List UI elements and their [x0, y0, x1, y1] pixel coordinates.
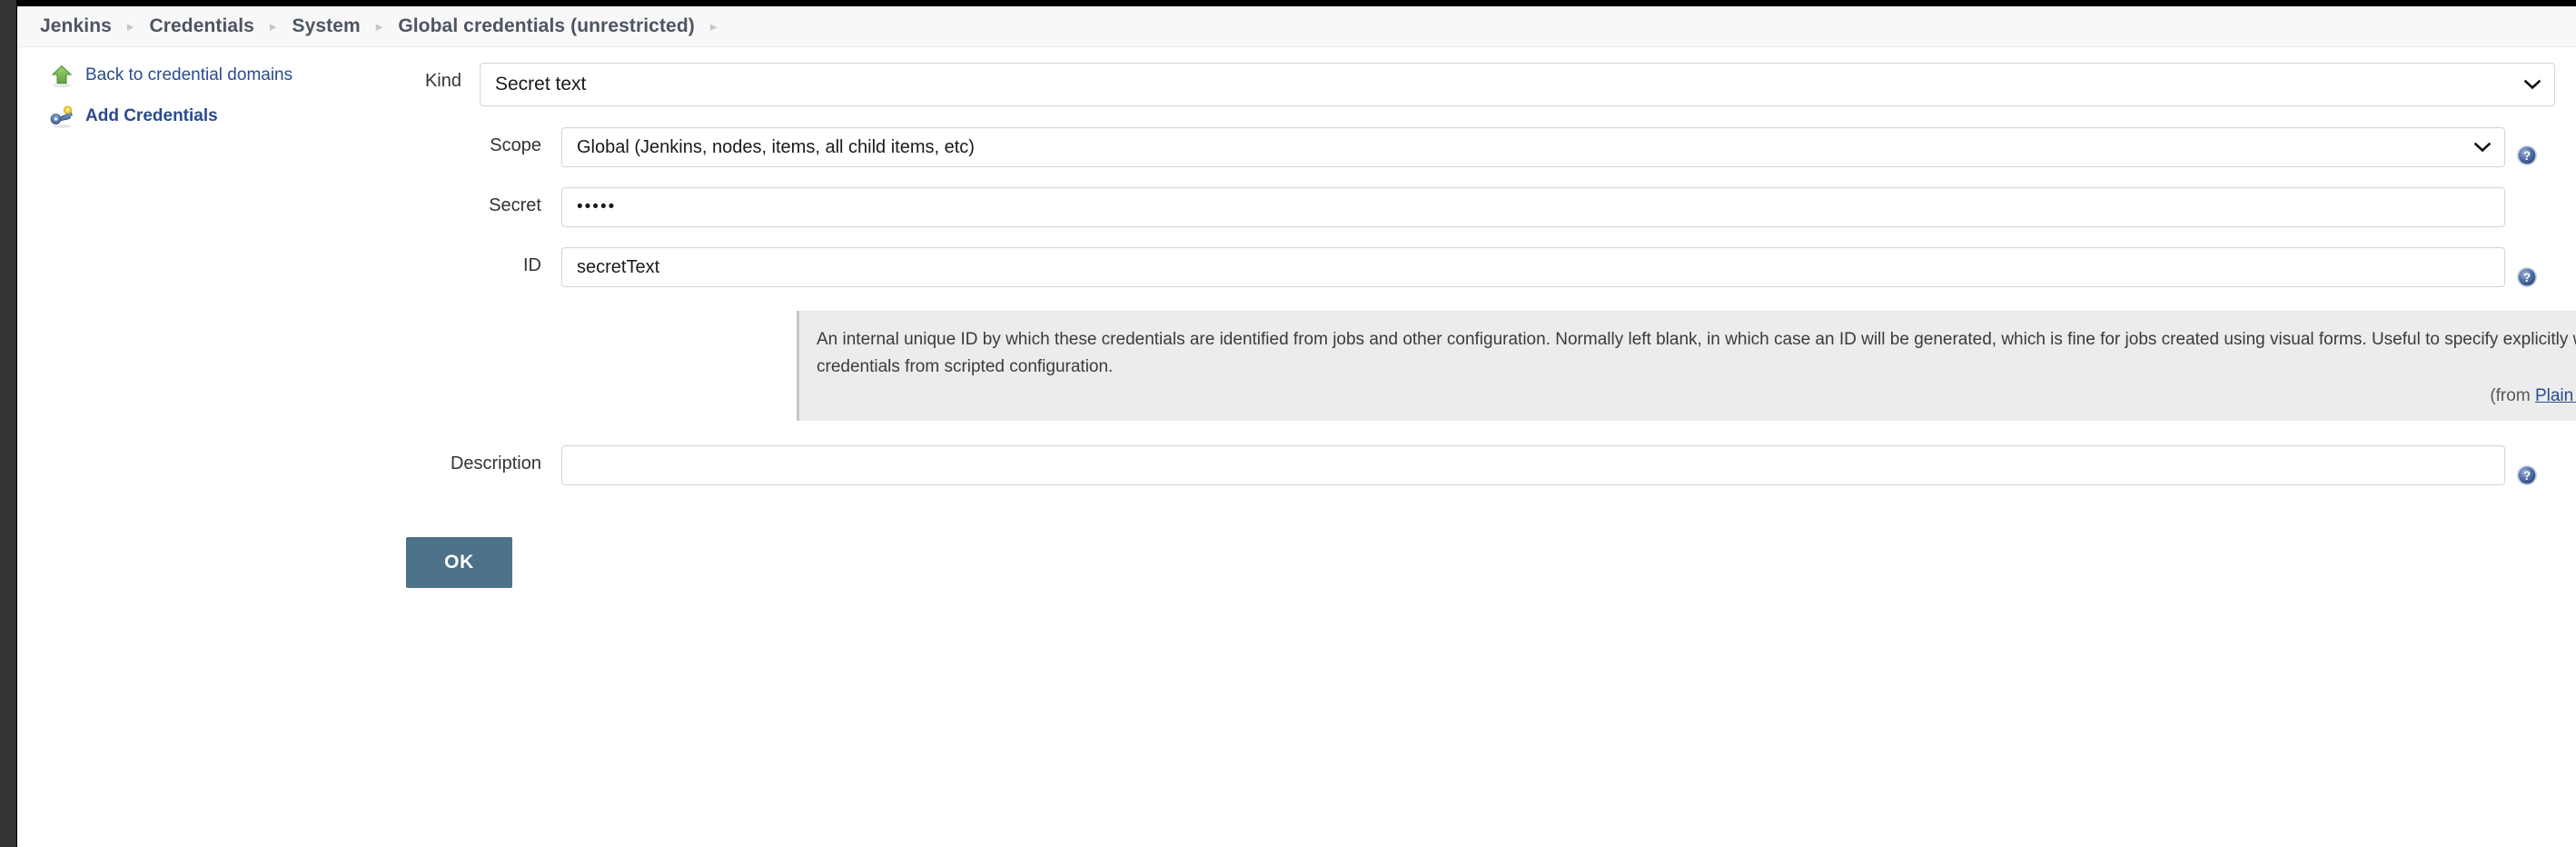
up-arrow-icon — [48, 62, 75, 89]
breadcrumb-item-global-credentials[interactable]: Global credentials (unrestricted) — [398, 15, 695, 37]
credentials-form: Kind Secret text Scope Global (Jenkins, … — [400, 48, 2576, 588]
secret-input[interactable] — [561, 187, 2505, 227]
kind-select[interactable]: Secret text — [480, 63, 2555, 106]
main-content: Back to credential domains Add Credentia… — [18, 48, 2576, 847]
breadcrumb-trailing-separator-icon: ▸ — [709, 18, 718, 35]
scope-select-value: Global (Jenkins, nodes, items, all child… — [577, 137, 975, 157]
id-input[interactable] — [561, 247, 2505, 287]
id-help-text: An internal unique ID by which these cre… — [817, 330, 2576, 376]
id-row: ID ? — [400, 247, 2576, 288]
svg-text:?: ? — [2523, 469, 2531, 483]
help-icon-scope[interactable]: ? — [2516, 144, 2538, 166]
chevron-down-icon — [2524, 79, 2541, 90]
breadcrumb: Jenkins ▸ Credentials ▸ System ▸ Global … — [18, 6, 2576, 47]
svg-text:?: ? — [2523, 271, 2531, 284]
left-dark-rail — [0, 0, 17, 847]
sidebar: Back to credential domains Add Credentia… — [18, 48, 400, 133]
breadcrumb-item-jenkins[interactable]: Jenkins — [40, 15, 112, 37]
breadcrumb-separator-icon: ▸ — [126, 18, 134, 35]
id-help-panel: An internal unique ID by which these cre… — [797, 311, 2576, 421]
secret-label: Secret — [489, 195, 541, 215]
scope-select[interactable]: Global (Jenkins, nodes, items, all child… — [561, 127, 2505, 167]
description-label: Description — [450, 453, 541, 473]
description-row: Description ? — [400, 445, 2576, 486]
sidebar-item-label: Add Credentials — [85, 106, 218, 125]
chevron-down-icon — [2474, 142, 2491, 153]
description-input[interactable] — [561, 445, 2505, 485]
breadcrumb-separator-icon: ▸ — [375, 18, 383, 35]
top-black-strip — [0, 0, 2576, 6]
breadcrumb-separator-icon: ▸ — [269, 18, 277, 35]
key-icon — [48, 103, 75, 130]
sidebar-item-add-credentials[interactable]: Add Credentials — [18, 100, 400, 133]
sidebar-item-back-to-credential-domains[interactable]: Back to credential domains — [18, 59, 400, 92]
kind-select-value: Secret text — [495, 74, 587, 95]
breadcrumb-item-system[interactable]: System — [292, 15, 360, 37]
form-button-bar: OK — [406, 537, 2576, 588]
scope-label: Scope — [490, 135, 541, 155]
ok-button[interactable]: OK — [406, 537, 512, 588]
scope-row: Scope Global (Jenkins, nodes, items, all… — [400, 127, 2576, 167]
help-icon-id[interactable]: ? — [2516, 266, 2538, 288]
sidebar-item-label: Back to credential domains — [85, 65, 293, 85]
breadcrumb-item-credentials[interactable]: Credentials — [149, 15, 253, 37]
svg-text:?: ? — [2523, 149, 2531, 163]
secret-row: Secret — [400, 187, 2576, 227]
id-label: ID — [523, 255, 541, 275]
id-help-attribution: (from Plain Credentials Plugin) — [817, 386, 2576, 406]
plain-credentials-plugin-link[interactable]: Plain Credentials Plugin — [2535, 386, 2576, 405]
kind-label: Kind — [424, 71, 461, 91]
kind-row: Kind Secret text — [400, 63, 2576, 106]
attribution-prefix: (from — [2490, 386, 2535, 405]
help-icon-description[interactable]: ? — [2516, 464, 2538, 486]
